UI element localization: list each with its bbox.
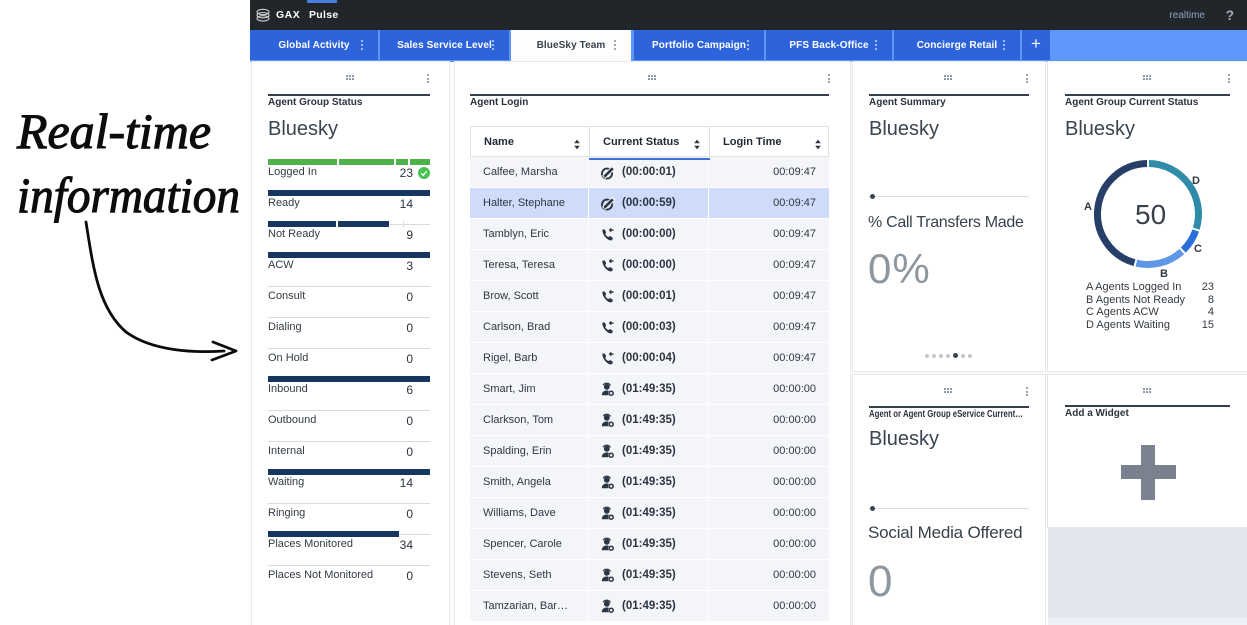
svg-text:information: information <box>17 167 240 223</box>
svg-text:Real-time: Real-time <box>16 103 211 159</box>
